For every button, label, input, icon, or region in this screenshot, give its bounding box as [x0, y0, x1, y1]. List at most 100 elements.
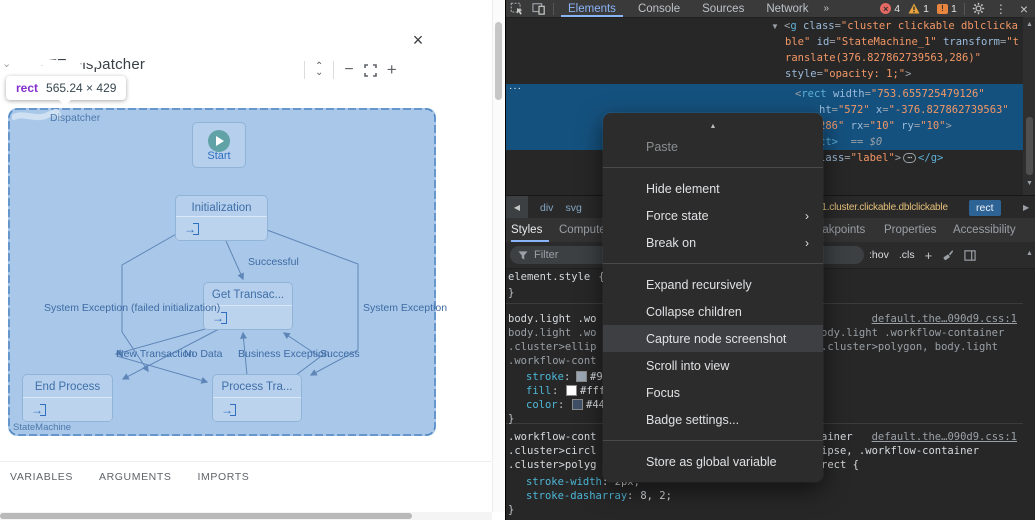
menu-item-capture-node-screenshot[interactable]: Capture node screenshot [603, 325, 823, 352]
rendering-emulation-icon[interactable] [942, 249, 954, 261]
diagram-node-init[interactable]: Initialization → [175, 195, 268, 241]
breadcrumb-cluster-item[interactable]: _1.cluster.clickable.dblclickable [816, 202, 948, 213]
expand-ellipsis-button[interactable]: ⋯ [903, 153, 917, 163]
scroll-down-arrow[interactable]: ▼ [1023, 180, 1035, 187]
dom-node-line[interactable]: ble" id="StateMachine_1" transform="t [785, 36, 1019, 49]
css-rule-text: body.light .wo [508, 313, 597, 325]
dom-node-line[interactable]: ht="572" x="-376.827862739563" [819, 104, 1009, 117]
dom-node-line[interactable]: <g class="cluster clickable dblclicka [784, 20, 1018, 33]
zoom-out-button[interactable]: − [344, 62, 353, 78]
css-property-name[interactable]: fill [526, 385, 551, 397]
dom-node-line[interactable]: 286" rx="10" ry="10"> [819, 120, 952, 133]
menu-item-badge-settings[interactable]: Badge settings... [603, 406, 823, 433]
device-toolbar-icon[interactable] [528, 1, 550, 17]
disclosure-arrow[interactable]: ▼ [771, 22, 779, 31]
inspect-element-icon[interactable] [506, 1, 528, 17]
styles-tab-accessibility[interactable]: Accessibility [953, 218, 1016, 242]
filter-funnel-icon [518, 250, 528, 260]
color-swatch[interactable] [566, 385, 577, 396]
stylesheet-link[interactable]: default.the…090d9.css:1 [872, 313, 1017, 325]
css-rule-text: : [627, 490, 634, 502]
truncation-ellipsis[interactable]: ··· [509, 83, 522, 94]
node-label: Initialization [191, 202, 252, 214]
elements-scrollbar[interactable]: ▲ ▼ [1023, 17, 1035, 195]
menu-item-scroll-into-view[interactable]: Scroll into view [603, 352, 823, 379]
kebab-menu-icon[interactable]: ⋮ [990, 1, 1012, 17]
menu-item-break-on[interactable]: Break on › [603, 229, 823, 256]
window-chevron-icon: ⌄ [2, 58, 12, 70]
menu-item-hide-element[interactable]: Hide element [603, 175, 823, 202]
scrollbar-thumb[interactable] [495, 22, 502, 100]
edge-label: New Transaction [116, 348, 195, 360]
panel-tab-imports[interactable]: IMPORTS [197, 471, 249, 483]
devtools-close-icon[interactable]: × [1012, 1, 1035, 17]
console-warnings-badge[interactable]: 1 [908, 3, 929, 15]
css-rule-text: ody.light .workflow-container [821, 327, 1005, 339]
diagram-node-start[interactable]: Start [192, 122, 246, 168]
breadcrumb-item-div[interactable]: div [540, 202, 553, 214]
dom-node-line[interactable]: <rect width="753.655725479126" [795, 88, 985, 101]
menu-item-collapse-children[interactable]: Collapse children [603, 298, 823, 325]
devtools-tab-network[interactable]: Network [755, 0, 819, 17]
toggle-hover-state-button[interactable]: :hov [869, 249, 889, 261]
expand-vertical-button[interactable]: ⌃ ⌄ [315, 62, 323, 78]
dom-node-line[interactable]: lass="label"> ⋯ </g> [819, 152, 943, 165]
scroll-up-arrow[interactable]: ▲ [1023, 250, 1035, 257]
dom-node-line[interactable]: ranslate(376.827862739563,286)" [785, 52, 981, 65]
menu-item-focus[interactable]: Focus [603, 379, 823, 406]
breadcrumb-selected-item[interactable]: rect [969, 199, 1001, 216]
workflow-diagram-highlighted[interactable]: Dispatcher StateMachine Start Initializat… [8, 108, 447, 436]
styles-tab-eakpoints[interactable]: eakpoints [816, 218, 865, 242]
css-property-name[interactable]: stroke-dasharray [526, 490, 627, 502]
menu-scroll-up-arrow[interactable]: ▲ [603, 119, 823, 133]
styles-tab-styles[interactable]: Styles [511, 218, 542, 242]
error-icon: × [880, 3, 892, 14]
devtools-tab-elements[interactable]: Elements [557, 0, 627, 17]
breadcrumb-next-arrow[interactable]: ▶ [1023, 203, 1029, 212]
menu-item-force-state[interactable]: Force state › [603, 202, 823, 229]
zoom-in-button[interactable]: + [387, 61, 397, 78]
console-errors-badge[interactable]: × 4 [880, 3, 900, 15]
scrollbar-thumb[interactable] [1026, 117, 1033, 175]
devtools-tab-sources[interactable]: Sources [691, 0, 755, 17]
devtools-tab-console[interactable]: Console [627, 0, 691, 17]
node-body: → [23, 397, 112, 421]
css-property-name[interactable]: stroke-width [526, 476, 602, 488]
css-rule-text: .cluster>ellip [508, 341, 597, 353]
styles-tab-properties[interactable]: Properties [884, 218, 936, 242]
context-menu: ▲ Paste Hide element Force state › Break on › E… [603, 113, 823, 482]
settings-gear-icon[interactable] [968, 1, 990, 17]
divider [553, 2, 554, 15]
styles-scrollbar-top[interactable]: ▲ [1023, 246, 1035, 268]
app-page: ⌄ LTE Dispatcher × ⌃ ⌄ − + rect 565.24 × … [0, 0, 505, 520]
dom-node-line[interactable]: ct> == $0 [819, 136, 882, 149]
breadcrumb-item-svg[interactable]: svg [565, 202, 581, 214]
edge-label: Success [320, 348, 360, 360]
page-horizontal-scrollbar[interactable] [0, 512, 492, 520]
color-swatch[interactable] [572, 399, 583, 410]
stylesheet-link[interactable]: default.the…090d9.css:1 [872, 431, 1017, 443]
css-property-name[interactable]: color [526, 399, 558, 411]
breadcrumb-back-arrow[interactable]: ◀ [506, 196, 528, 219]
scrollbar-thumb[interactable] [0, 513, 412, 519]
filter-placeholder: Filter [534, 249, 559, 261]
more-tabs-chevron[interactable]: » [820, 3, 834, 14]
dom-node-line[interactable]: style="opacity: 1;"> [785, 68, 911, 81]
diagram-node-end[interactable]: End Process → [22, 374, 113, 422]
computed-panel-toggle-icon[interactable] [964, 249, 976, 261]
fit-screen-button[interactable] [363, 63, 377, 77]
viewer-close-button[interactable]: × [406, 28, 430, 52]
toggle-class-button[interactable]: .cls [899, 249, 915, 261]
diagram-node-process[interactable]: Process Tra... → [212, 374, 302, 422]
scroll-up-arrow[interactable]: ▲ [1023, 21, 1035, 28]
new-style-rule-button[interactable]: + [925, 248, 933, 263]
menu-item-store-as-global-variable[interactable]: Store as global variable [603, 448, 823, 475]
color-swatch[interactable] [576, 371, 587, 382]
panel-tab-variables[interactable]: VARIABLES [10, 471, 73, 483]
panel-tab-arguments[interactable]: ARGUMENTS [99, 471, 172, 483]
issues-badge[interactable]: ! 1 [936, 3, 957, 15]
panel-tabs: VARIABLES ARGUMENTS IMPORTS [10, 471, 249, 483]
css-property-name[interactable]: stroke [526, 371, 564, 383]
page-vertical-scrollbar[interactable] [492, 0, 504, 512]
menu-item-expand-recursively[interactable]: Expand recursively [603, 271, 823, 298]
